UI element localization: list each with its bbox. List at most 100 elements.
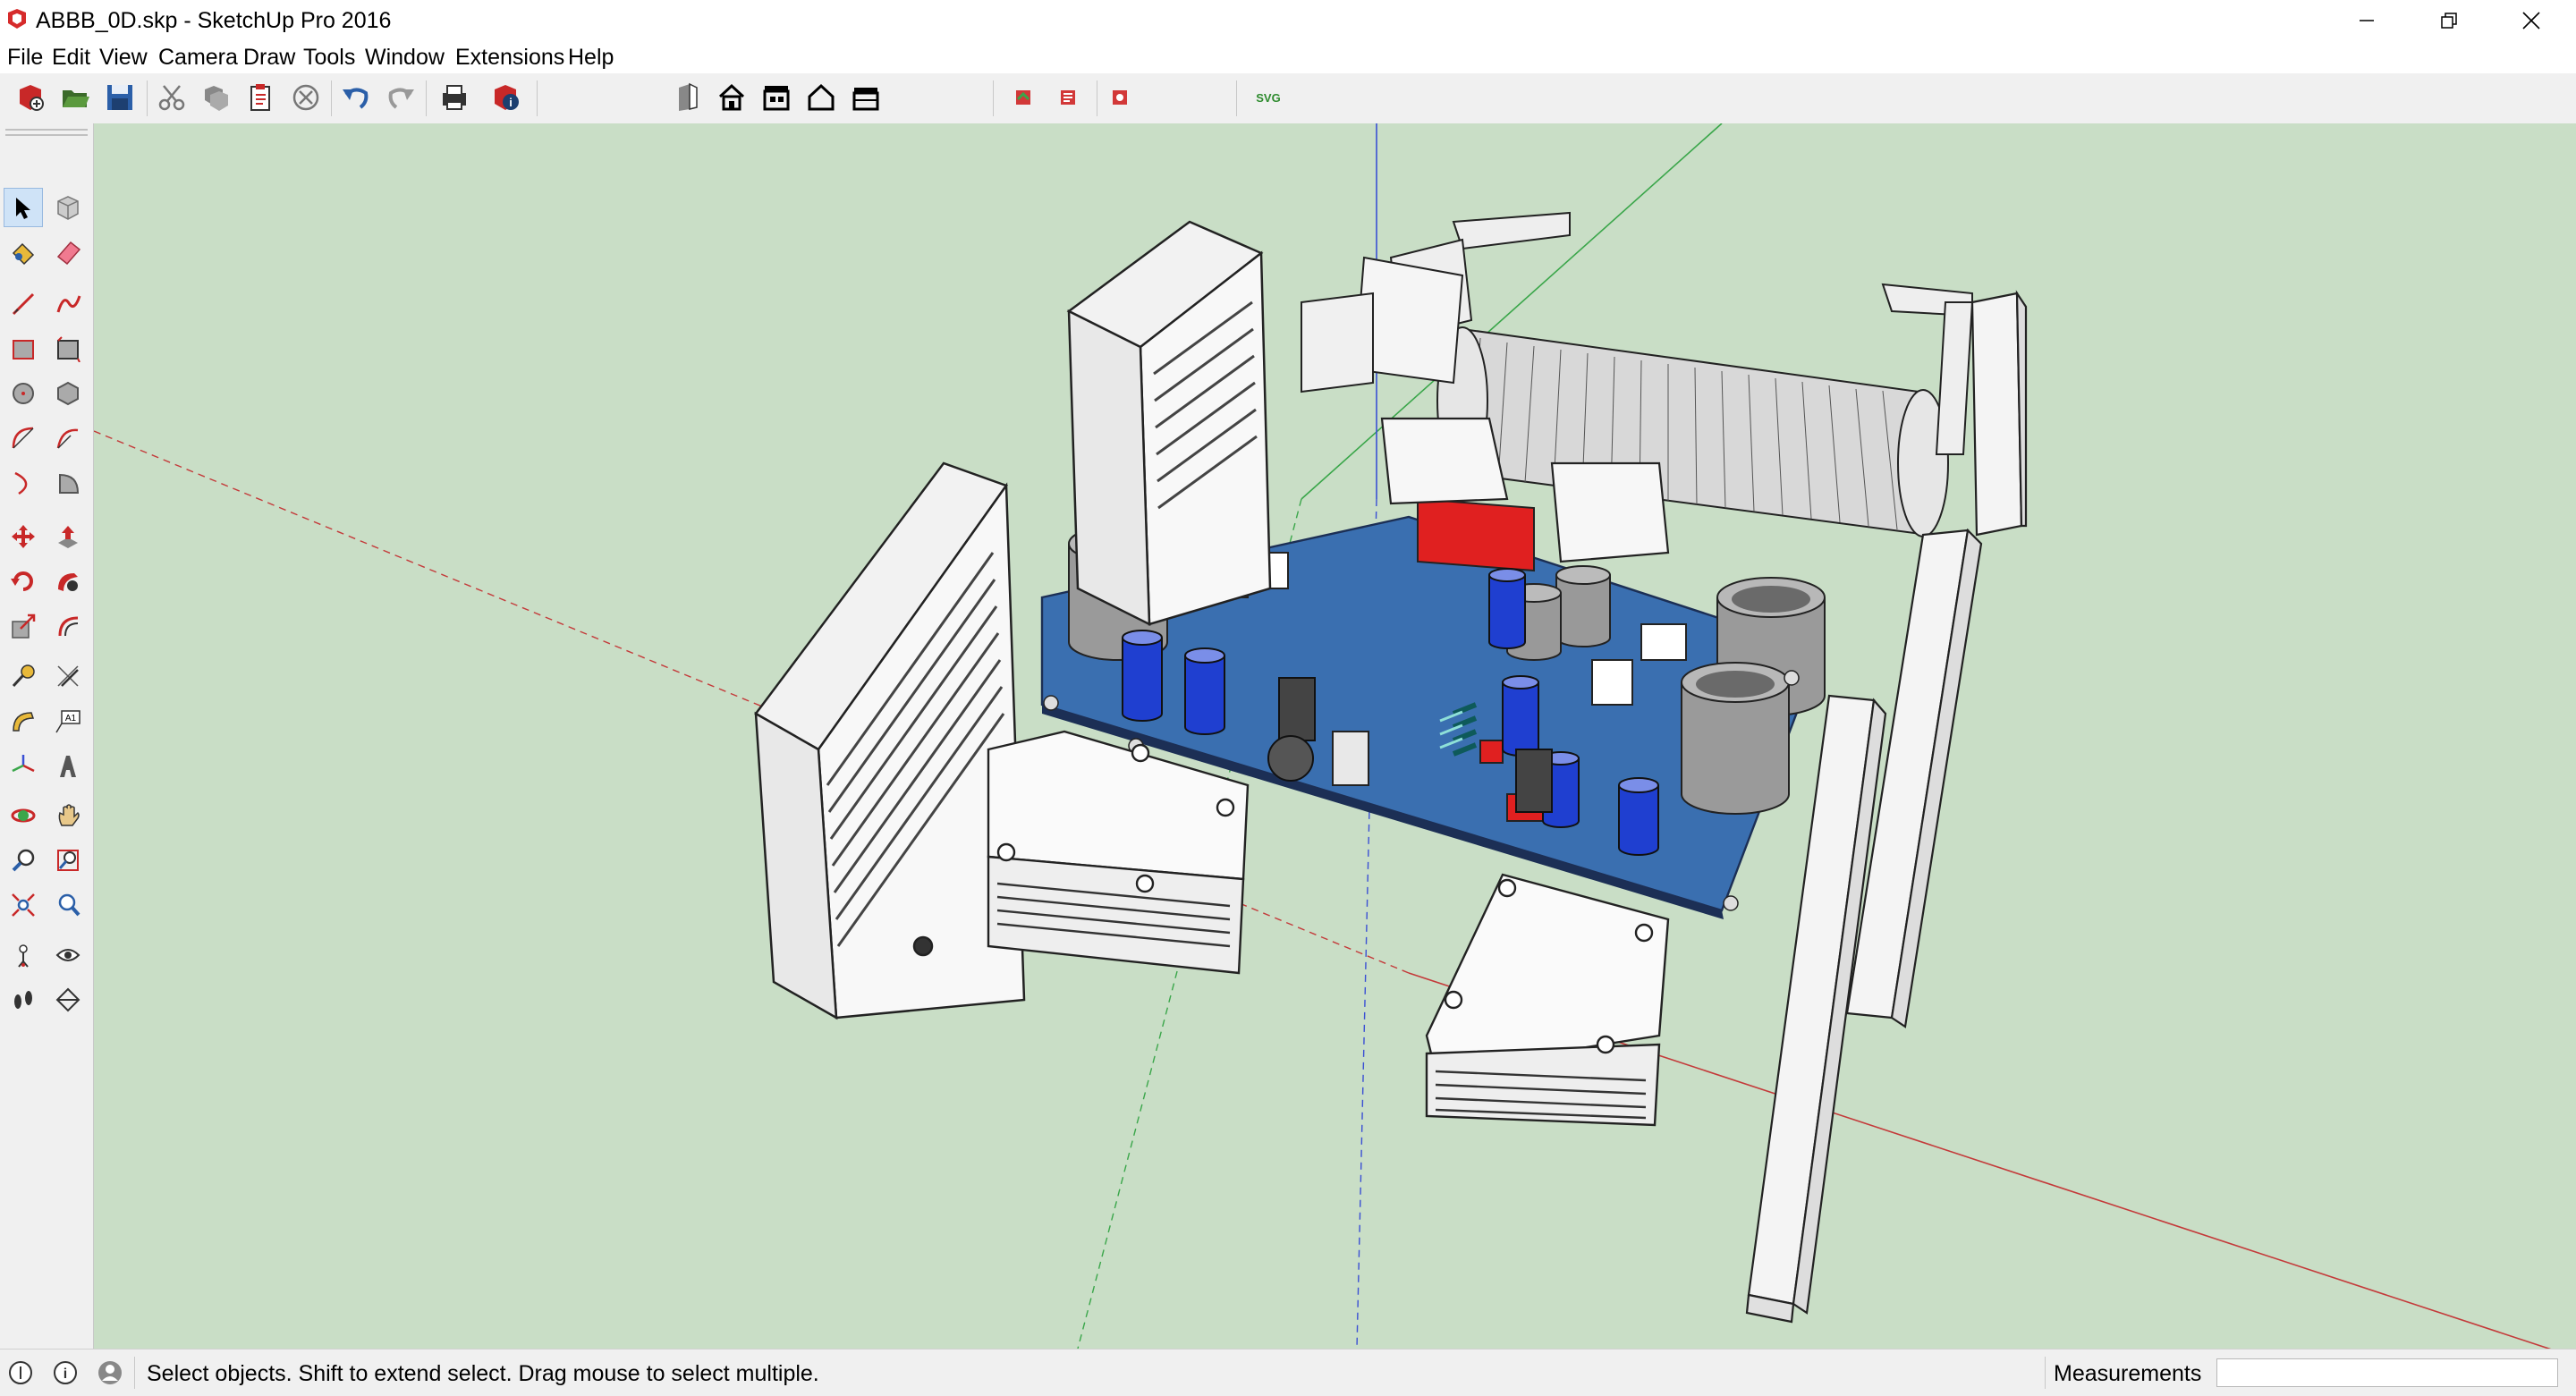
zoom-icon <box>12 849 35 872</box>
front-view-button[interactable] <box>758 80 794 115</box>
copy-button[interactable] <box>199 80 234 115</box>
3d-viewport[interactable] <box>94 123 2576 1349</box>
geo-location-icon[interactable] <box>7 1359 34 1386</box>
orbit-tool[interactable] <box>4 796 43 835</box>
iso-view-button[interactable] <box>669 80 705 115</box>
credits-info-icon[interactable]: i <box>52 1359 79 1386</box>
export-a-icon <box>1016 90 1030 105</box>
iso-view-icon <box>679 82 698 111</box>
erase-button[interactable] <box>288 80 324 115</box>
zoom-window-tool[interactable] <box>48 841 88 880</box>
previous-view-tool[interactable] <box>48 885 88 925</box>
menu-extensions[interactable]: Extensions <box>455 45 564 71</box>
heat-exchanger-box-right <box>1425 873 1670 1127</box>
menu-tools[interactable]: Tools <box>303 45 355 71</box>
model-scene <box>94 123 2552 1349</box>
top-view-button[interactable] <box>714 80 750 115</box>
cut-button[interactable] <box>154 80 190 115</box>
freehand-tool[interactable] <box>48 284 88 324</box>
protractor-tool[interactable] <box>4 701 43 740</box>
svg-export-button[interactable]: SVG <box>1250 80 1286 115</box>
rectangle-tool[interactable] <box>4 329 43 368</box>
dimension-tool[interactable] <box>48 656 88 696</box>
zoom-tool[interactable] <box>4 841 43 880</box>
export-b-icon <box>1061 90 1075 105</box>
arc-tool[interactable] <box>4 419 43 458</box>
polygon-tool[interactable] <box>48 374 88 413</box>
restore-button[interactable] <box>2408 0 2490 41</box>
pie-tool[interactable] <box>48 463 88 503</box>
axes-tool[interactable] <box>4 746 43 785</box>
front-view-icon <box>763 86 790 111</box>
3d-text-tool[interactable] <box>48 746 88 785</box>
offset-tool[interactable] <box>48 606 88 646</box>
paint-bucket-tool[interactable] <box>4 233 43 272</box>
three-point-arc-tool[interactable] <box>4 463 43 503</box>
sketchup-logo-icon <box>5 7 29 30</box>
push-pull-tool[interactable] <box>48 517 88 556</box>
paint-bucket-icon <box>12 242 35 266</box>
back-view-button[interactable] <box>848 80 884 115</box>
minimize-button[interactable] <box>2326 0 2408 41</box>
text-tool[interactable]: A1 <box>48 701 88 740</box>
user-account-icon[interactable] <box>97 1359 123 1386</box>
rotated-rectangle-tool[interactable] <box>48 329 88 368</box>
menu-camera[interactable]: Camera <box>158 45 238 71</box>
export-b-button[interactable] <box>1050 80 1086 115</box>
previous-view-icon <box>58 893 80 917</box>
look-around-icon <box>55 949 80 961</box>
scale-tool[interactable] <box>4 606 43 646</box>
export-a-button[interactable] <box>1005 80 1041 115</box>
right-view-button[interactable] <box>803 80 839 115</box>
tape-measure-tool[interactable] <box>4 656 43 696</box>
menu-edit[interactable]: Edit <box>52 45 90 71</box>
paste-button[interactable] <box>243 80 279 115</box>
select-tool[interactable] <box>4 188 43 227</box>
status-hint-text: Select objects. Shift to extend select. … <box>147 1361 819 1386</box>
walk-tool[interactable] <box>4 980 43 1020</box>
measurements-input[interactable] <box>2216 1358 2558 1387</box>
zoom-extents-tool[interactable] <box>4 885 43 925</box>
move-icon <box>12 525 35 548</box>
export-c-button[interactable] <box>1102 80 1138 115</box>
rotate-tool[interactable] <box>4 562 43 601</box>
model-info-button[interactable]: i <box>488 80 524 115</box>
look-around-tool[interactable] <box>48 935 88 975</box>
3d-text-icon <box>60 756 76 777</box>
palette-grip[interactable] <box>5 129 88 136</box>
close-button[interactable] <box>2490 0 2572 41</box>
move-tool[interactable] <box>4 517 43 556</box>
menu-window[interactable]: Window <box>365 45 445 71</box>
pan-tool[interactable] <box>48 796 88 835</box>
menu-draw[interactable]: Draw <box>243 45 295 71</box>
menu-help[interactable]: Help <box>568 45 614 71</box>
line-tool[interactable] <box>4 284 43 324</box>
offset-icon <box>58 616 79 637</box>
circle-tool[interactable] <box>4 374 43 413</box>
save-button[interactable] <box>102 80 138 115</box>
section-plane-tool[interactable] <box>48 980 88 1020</box>
eraser-tool[interactable] <box>48 233 88 272</box>
new-file-button[interactable] <box>13 80 48 115</box>
menu-file[interactable]: File <box>7 45 43 71</box>
pie-icon <box>59 473 80 494</box>
undo-button[interactable] <box>338 80 374 115</box>
position-camera-tool[interactable] <box>4 935 43 975</box>
print-button[interactable] <box>436 80 472 115</box>
two-point-arc-tool[interactable] <box>48 419 88 458</box>
back-radiator <box>1066 220 1272 627</box>
follow-me-tool[interactable] <box>48 562 88 601</box>
make-component-tool[interactable] <box>48 188 88 227</box>
svg-text:i: i <box>64 1366 67 1382</box>
cut-icon <box>158 85 185 111</box>
left-radiator-front <box>754 461 1026 1020</box>
dimension-icon <box>57 665 79 687</box>
window-title: ABBB_0D.skp - SketchUp Pro 2016 <box>36 8 392 33</box>
open-button[interactable] <box>57 80 93 115</box>
redo-button[interactable] <box>383 80 419 115</box>
back-view-icon <box>852 88 879 111</box>
right-view-icon <box>808 83 835 111</box>
zoom-window-icon <box>57 850 79 871</box>
walk-icon <box>14 991 32 1009</box>
menu-view[interactable]: View <box>99 45 148 71</box>
